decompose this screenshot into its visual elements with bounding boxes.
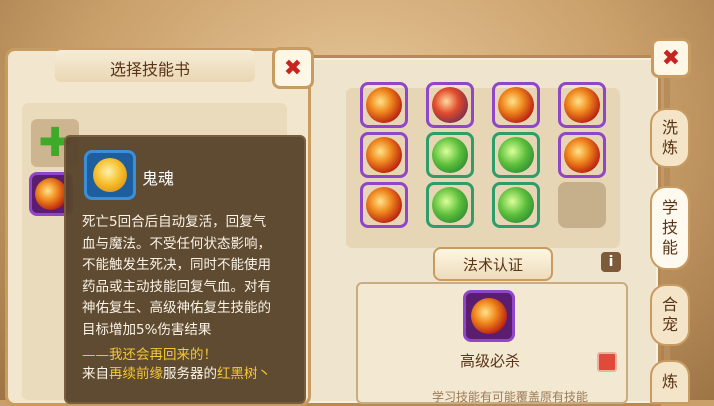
tab-wash-label-2: 炼 [661,138,678,157]
learn-hint-text: 学习技能有可能覆盖原有技能 [431,390,588,404]
red-skill-icon [498,87,534,123]
skill-slot[interactable] [360,132,408,178]
skill-slot[interactable] [426,132,474,178]
skill-slot[interactable] [558,132,606,178]
source-server: 再续前缘 [109,366,163,382]
tab-wash-label-1: 洗 [661,118,678,137]
tooltip-desc-line: 血与魔法。不受任何状态影响， [82,235,271,252]
green-skill-icon [432,187,468,223]
source-middle: 服务器的 [163,366,217,382]
tab-refine-label-1: 炼 [661,372,678,391]
tab-learn-skill[interactable]: 学 技 能 [650,186,690,270]
tooltip-quote: ——我还会再回来的！ [82,347,217,363]
tooltip-desc-line: 目标增加5%伤害结果 [82,321,212,338]
tab-refine[interactable]: 炼 [650,360,690,404]
tab-learn-label-3: 能 [661,238,678,257]
skill-slot[interactable] [360,182,408,228]
left-panel-title: 选择技能书 [110,60,191,79]
red-skill-icon [366,87,402,123]
tab-learn-label-2: 技 [661,218,678,237]
tab-merge-pet[interactable]: 合 宠 [650,284,690,346]
red-skill-icon [366,137,402,173]
tab-learn-label-1: 学 [661,198,678,217]
info-icon[interactable]: i [601,252,621,272]
green-skill-icon [432,137,468,173]
skill-slot[interactable] [426,182,474,228]
skill-slot[interactable] [558,82,606,128]
selected-skill-icon[interactable] [463,290,515,342]
fire-orb-icon [471,298,507,334]
tooltip-skill-name: 鬼魂 [142,169,175,188]
spell-certify-button[interactable]: 法术认证 [433,247,553,281]
ghost-icon [93,158,127,192]
tooltip-skill-icon [84,150,136,200]
skill-slot[interactable] [360,82,408,128]
tooltip-desc-line: 死亡5回合后自动复活，回复气 [82,214,267,230]
red-skill-icon [366,187,402,223]
mixed-skill-icon [432,87,468,123]
source-prefix: 来自 [82,366,109,382]
red-skill-icon [564,137,600,173]
tab-wash[interactable]: 洗 炼 [650,108,690,168]
skill-slot[interactable] [492,182,540,228]
source-player: 红黑树丶 [217,366,271,382]
left-close-button[interactable]: ✖ [272,47,314,89]
book-close-button[interactable]: ✖ [651,38,691,78]
tooltip-desc-line: 不能触发生死决，同时不能使用 [82,257,271,273]
seal-icon [597,352,617,372]
red-skill-icon [564,87,600,123]
tooltip-desc-line: 药品或主动技能回复气血。对有 [82,278,271,295]
tooltip-desc-line: 神佑复生、高级神佑复生技能的 [82,300,271,316]
tooltip-source: 来自再续前缘服务器的红黑树丶 [82,362,271,382]
skill-slot[interactable] [492,82,540,128]
selected-skill-name: 高级必杀 [459,352,520,370]
tab-merge-label-2: 宠 [661,315,678,334]
skill-slot[interactable] [426,82,474,128]
green-skill-icon [498,137,534,173]
green-skill-icon [498,187,534,223]
skill-slot[interactable] [492,132,540,178]
empty-skill-slot[interactable] [558,182,606,228]
tab-merge-label-1: 合 [661,295,678,314]
fire-orb-icon [35,178,67,210]
tooltip-description: 死亡5回合后自动复活，回复气 血与魔法。不受任何状态影响， 不能触发生死决，同时… [82,212,297,341]
